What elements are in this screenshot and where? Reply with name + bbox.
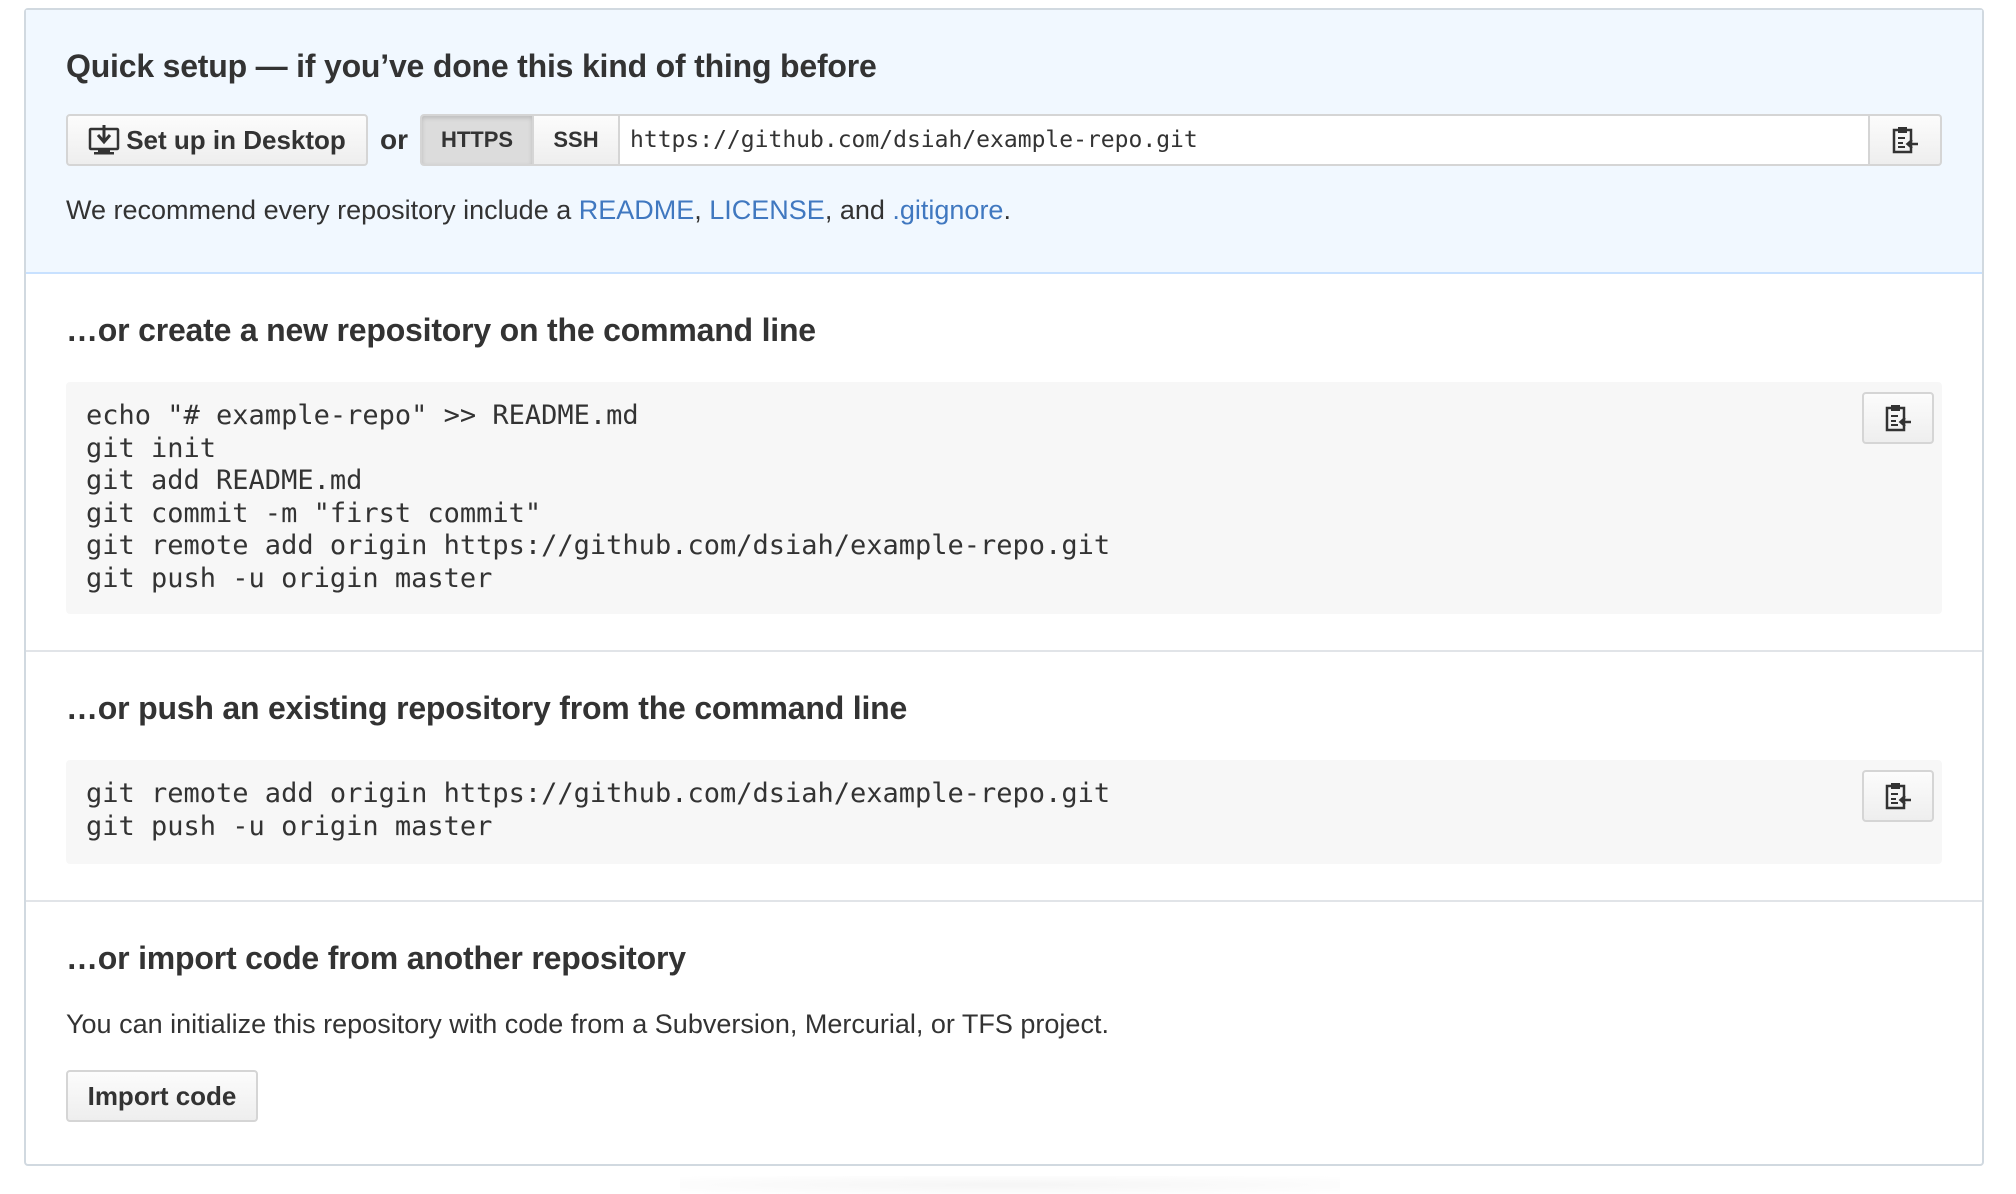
import-section: …or import code from another repository … [26,902,1982,1164]
import-title: …or import code from another repository [66,940,686,976]
set-up-in-desktop-label: Set up in Desktop [126,124,346,155]
clipboard-icon [1891,125,1919,155]
copy-url-button[interactable] [1870,114,1942,166]
recommend-suffix: . [1003,195,1011,225]
copy-push-code-button[interactable] [1862,770,1934,822]
push-repo-code-block: git remote add origin https://github.com… [66,760,1942,864]
quick-setup-title: Quick setup — if you’ve done this kind o… [66,48,877,84]
protocol-selector: HTTPS SSH [420,114,620,166]
gitignore-link[interactable]: .gitignore [892,195,1003,225]
recommend-sep2: , and [824,195,893,225]
recommend-sep1: , [694,195,710,225]
license-link[interactable]: LICENSE [709,195,825,225]
push-repo-code[interactable]: git remote add origin https://github.com… [86,778,1922,843]
quick-setup-panel: Quick setup — if you’ve done this kind o… [24,8,1984,1166]
import-description: You can initialize this repository with … [66,1009,1109,1039]
bottom-shadow [680,1176,1340,1194]
import-code-button[interactable]: Import code [66,1070,258,1122]
desktop-download-icon [88,125,120,155]
quick-setup-section: Quick setup — if you’ve done this kind o… [26,10,1982,274]
tab-ssh[interactable]: SSH [534,114,620,166]
clipboard-icon [1884,403,1912,433]
create-repo-section: …or create a new repository on the comma… [26,274,1982,652]
readme-link[interactable]: README [579,195,695,225]
set-up-in-desktop-button[interactable]: Set up in Desktop [66,114,368,166]
recommend-text: We recommend every repository include a … [66,190,1942,230]
copy-create-code-button[interactable] [1862,392,1934,444]
clipboard-icon [1884,781,1912,811]
clone-url-input[interactable] [620,114,1870,166]
or-label: or [380,124,408,155]
tab-https[interactable]: HTTPS [420,114,534,166]
create-repo-code-block: echo "# example-repo" >> README.md git i… [66,382,1942,614]
recommend-prefix: We recommend every repository include a [66,195,579,225]
push-repo-section: …or push an existing repository from the… [26,652,1982,902]
create-repo-title: …or create a new repository on the comma… [66,312,816,348]
clone-url-row: Set up in Desktop or HTTPS SSH [66,114,1942,166]
push-repo-title: …or push an existing repository from the… [66,690,908,726]
create-repo-code[interactable]: echo "# example-repo" >> README.md git i… [86,400,1922,595]
